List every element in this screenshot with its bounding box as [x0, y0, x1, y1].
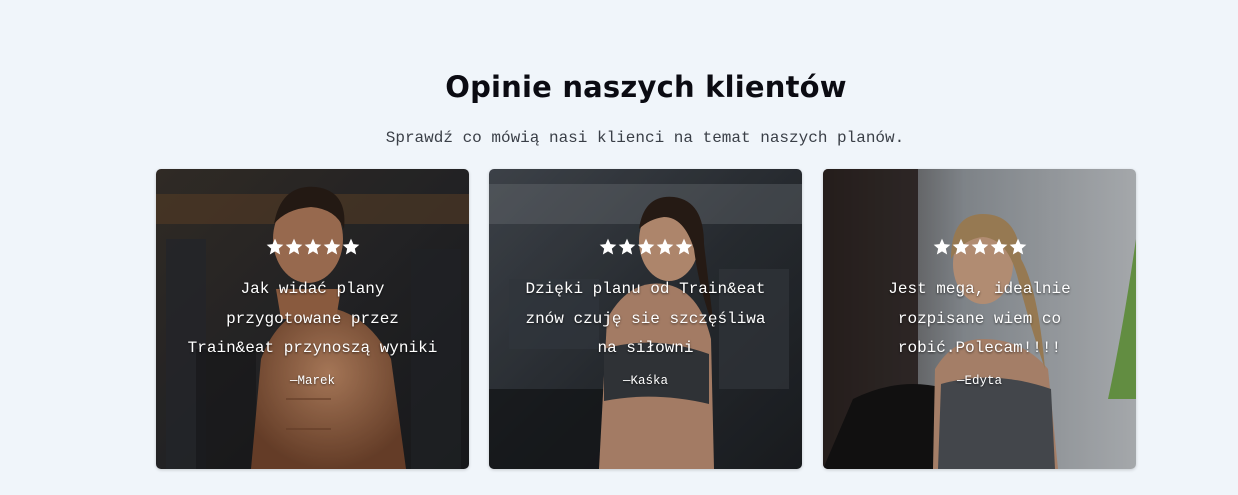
testimonial-content: Jak widać plany przygotowane przez Train…: [156, 237, 469, 388]
testimonial-content: Dzięki planu od Train&eat znów czuję sie…: [489, 237, 802, 388]
star-icon: [675, 238, 692, 255]
star-icon: [1009, 238, 1026, 255]
star-rating: [823, 237, 1136, 261]
star-icon: [599, 238, 616, 255]
star-rating: [489, 237, 802, 261]
testimonial-author: —Kaśka: [622, 373, 668, 388]
star-icon: [990, 238, 1007, 255]
testimonial-card-kaska: Dzięki planu od Train&eat znów czuję sie…: [489, 169, 802, 469]
testimonial-quote: Dzięki planu od Train&eat znów czuję sie…: [525, 280, 766, 357]
testimonial-content: Jest mega, idealnie rozpisane wiem co ro…: [823, 237, 1136, 388]
star-icon: [304, 238, 321, 255]
star-rating: [156, 237, 469, 261]
star-icon: [933, 238, 950, 255]
testimonials-section: Opinie naszych klientów Sprawdź co mówią…: [0, 0, 1238, 495]
star-icon: [971, 238, 988, 255]
section-subtitle: Sprawdź co mówią nasi klienci na temat n…: [385, 129, 905, 147]
testimonial-author: —Edyta: [956, 373, 1002, 388]
testimonial-author: —Marek: [289, 373, 335, 388]
star-icon: [952, 238, 969, 255]
star-icon: [285, 238, 302, 255]
star-icon: [656, 238, 673, 255]
testimonial-quote: Jest mega, idealnie rozpisane wiem co ro…: [888, 280, 1071, 357]
testimonial-card-marek: Jak widać plany przygotowane przez Train…: [156, 169, 469, 469]
testimonial-card-edyta: Jest mega, idealnie rozpisane wiem co ro…: [823, 169, 1136, 469]
star-icon: [637, 238, 654, 255]
star-icon: [342, 238, 359, 255]
star-icon: [323, 238, 340, 255]
star-icon: [618, 238, 635, 255]
section-title: Opinie naszych klientów: [445, 70, 847, 104]
star-icon: [266, 238, 283, 255]
testimonial-quote: Jak widać plany przygotowane przez Train…: [187, 280, 438, 357]
